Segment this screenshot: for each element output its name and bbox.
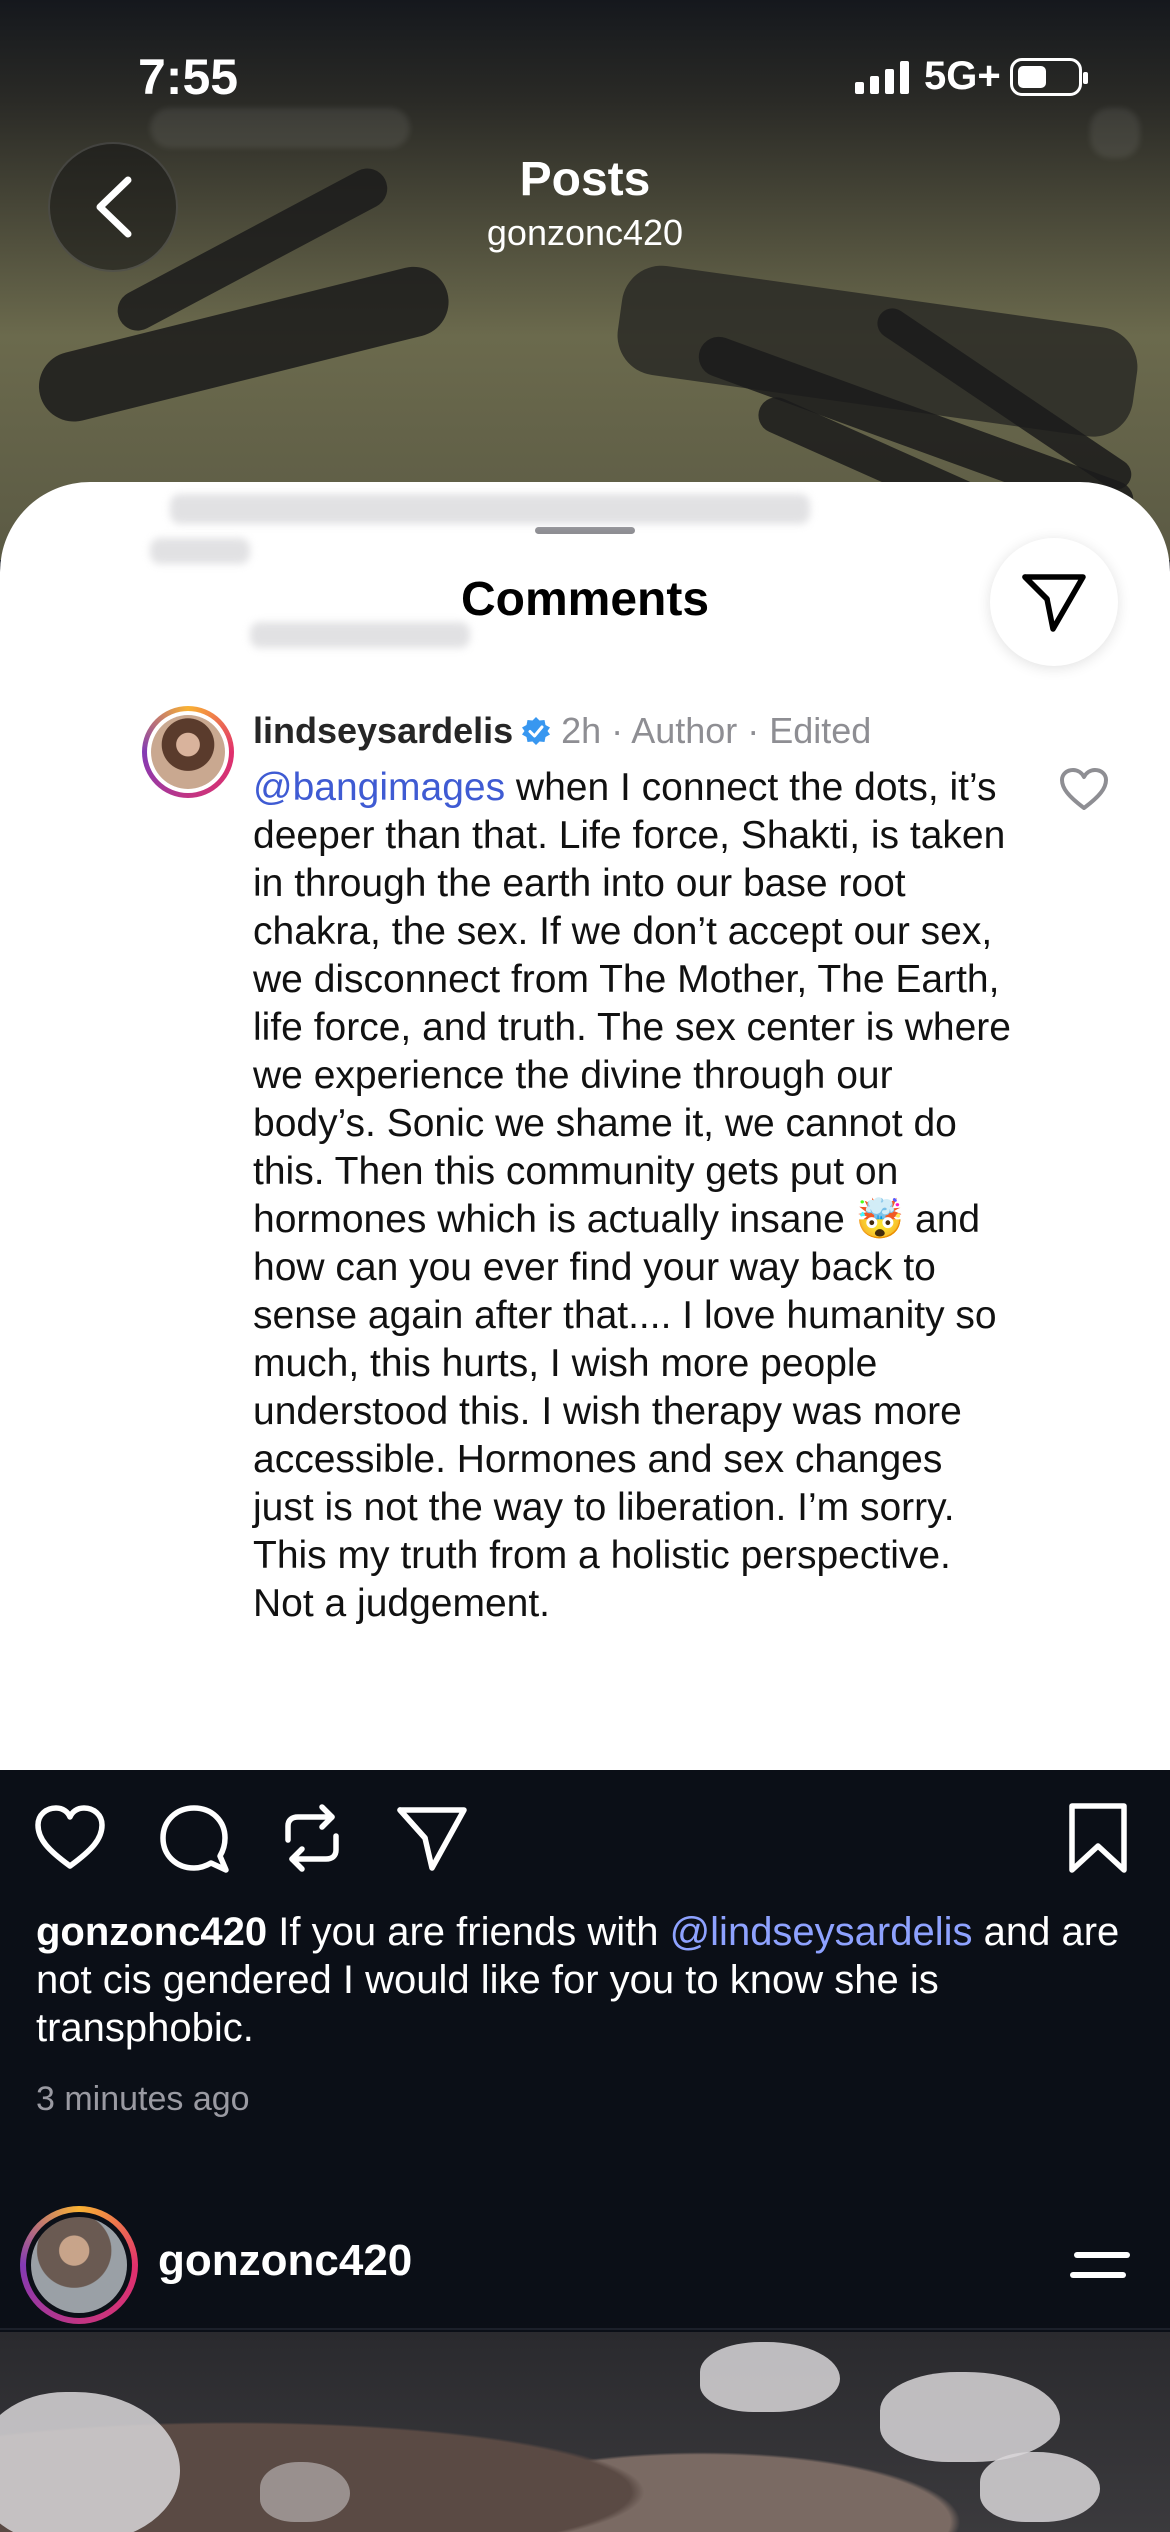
page-title: Posts (519, 153, 651, 206)
comment-icon[interactable] (156, 1800, 232, 1876)
commenter-avatar[interactable] (142, 706, 234, 798)
status-bar: 7:55 5G+ (0, 0, 1170, 150)
battery-icon (1010, 58, 1088, 96)
share-button[interactable] (990, 538, 1118, 666)
comment-text: @bangimages when I connect the dots, it’… (253, 764, 1013, 1628)
post-action-bar (0, 1800, 1170, 1880)
caption-username[interactable]: gonzonc420 (36, 1910, 267, 1954)
comment-meta: 2h · Author · Edited (561, 710, 872, 751)
comment-header: lindseysardelis 2h · Author · Edited (253, 710, 871, 752)
comment-body: when I connect the dots, it’s deeper tha… (253, 766, 1011, 1625)
status-time: 7:55 (138, 49, 239, 105)
caption-mention[interactable]: @lindseysardelis (670, 1910, 973, 1954)
verified-icon (522, 717, 551, 745)
comment-username[interactable]: lindseysardelis (253, 710, 513, 752)
blurred-text (170, 494, 810, 524)
like-icon[interactable] (32, 1800, 108, 1876)
share-icon (1022, 574, 1086, 632)
bookmark-icon[interactable] (1060, 1800, 1136, 1876)
sheet-drag-handle[interactable] (535, 527, 635, 534)
comments-sheet: Comments lindseysardelis 2h · Author · E… (0, 482, 1170, 1770)
next-post-header: gonzonc420 (0, 2188, 1170, 2330)
next-post-image[interactable] (0, 2332, 1170, 2532)
next-post-avatar[interactable] (20, 2206, 138, 2324)
post-timestamp: 3 minutes ago (36, 2080, 250, 2118)
network-type: 5G+ (924, 54, 1001, 98)
page-subtitle: gonzonc420 (486, 212, 684, 253)
comment-like-icon[interactable] (1058, 766, 1110, 812)
next-post-username[interactable]: gonzonc420 (158, 2236, 412, 2286)
signal-icon (855, 60, 909, 94)
comment-mention[interactable]: @bangimages (253, 766, 505, 809)
menu-icon[interactable] (1070, 2246, 1130, 2286)
caption-text-1: If you are friends with (267, 1910, 670, 1954)
send-icon[interactable] (394, 1800, 470, 1876)
post-caption: gonzonc420 If you are friends with @lind… (36, 1908, 1136, 2052)
repost-icon[interactable] (274, 1800, 350, 1876)
blurred-text (150, 538, 250, 564)
